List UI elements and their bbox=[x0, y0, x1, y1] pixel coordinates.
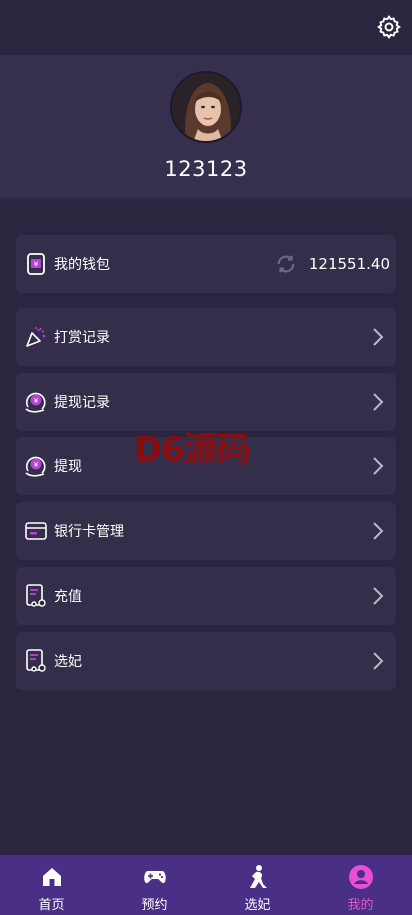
menu-item-bank-card[interactable]: 银行卡管理 bbox=[16, 502, 396, 560]
wallet-amount: 121551.40 bbox=[308, 255, 390, 273]
tab-label: 我的 bbox=[347, 898, 374, 913]
chevron-right-icon bbox=[373, 393, 384, 411]
menu-item-reward-records[interactable]: 打赏记录 bbox=[16, 308, 396, 366]
svg-text:¥: ¥ bbox=[34, 397, 39, 405]
select-document-icon bbox=[22, 647, 50, 675]
wallet-label: 我的钱包 bbox=[54, 257, 110, 273]
withdraw-icon: ¥ bbox=[22, 452, 50, 480]
menu-item-recharge[interactable]: 充值 bbox=[16, 567, 396, 625]
tab-label: 首页 bbox=[38, 898, 65, 913]
home-icon bbox=[39, 864, 65, 890]
svg-text:¥: ¥ bbox=[34, 261, 39, 269]
chevron-right-icon bbox=[373, 457, 384, 475]
menu-item-label: 充值 bbox=[54, 589, 82, 605]
tab-select[interactable]: 选妃 bbox=[206, 855, 309, 915]
avatar[interactable] bbox=[170, 71, 242, 143]
menu-item-label: 提现记录 bbox=[54, 395, 110, 411]
svg-text:¥: ¥ bbox=[34, 461, 39, 469]
menu-item-select-concubine[interactable]: 选妃 bbox=[16, 632, 396, 690]
username: 123123 bbox=[164, 157, 248, 181]
tab-label: 预约 bbox=[141, 898, 168, 913]
profile-header: 123123 bbox=[0, 55, 412, 198]
tab-label: 选妃 bbox=[244, 898, 271, 913]
menu-item-label: 提现 bbox=[54, 459, 82, 475]
chevron-right-icon bbox=[373, 522, 384, 540]
top-bar bbox=[0, 0, 412, 55]
refresh-icon[interactable] bbox=[275, 253, 297, 275]
wallet-card[interactable]: ¥ 我的钱包 121551.40 bbox=[16, 235, 396, 293]
chevron-right-icon bbox=[373, 587, 384, 605]
tab-home[interactable]: 首页 bbox=[0, 855, 103, 915]
party-popper-icon bbox=[22, 323, 50, 351]
wallet-icon: ¥ bbox=[22, 250, 50, 278]
gamepad-icon bbox=[142, 864, 168, 890]
recharge-document-icon bbox=[22, 582, 50, 610]
tab-mine[interactable]: 我的 bbox=[309, 855, 412, 915]
figure-icon bbox=[245, 864, 271, 890]
chevron-right-icon bbox=[373, 652, 384, 670]
user-profile-icon bbox=[348, 864, 374, 890]
bottom-tab-bar: 首页 预约 选妃 我的 bbox=[0, 855, 412, 915]
gear-icon[interactable] bbox=[376, 14, 402, 40]
chevron-right-icon bbox=[373, 328, 384, 346]
menu-item-label: 银行卡管理 bbox=[54, 524, 124, 540]
menu-item-label: 打赏记录 bbox=[54, 330, 110, 346]
bank-card-icon bbox=[22, 517, 50, 545]
tab-appointment[interactable]: 预约 bbox=[103, 855, 206, 915]
watermark: D6源码 bbox=[134, 430, 251, 470]
withdraw-coin-icon: ¥ bbox=[22, 388, 50, 416]
menu-item-label: 选妃 bbox=[54, 654, 82, 670]
